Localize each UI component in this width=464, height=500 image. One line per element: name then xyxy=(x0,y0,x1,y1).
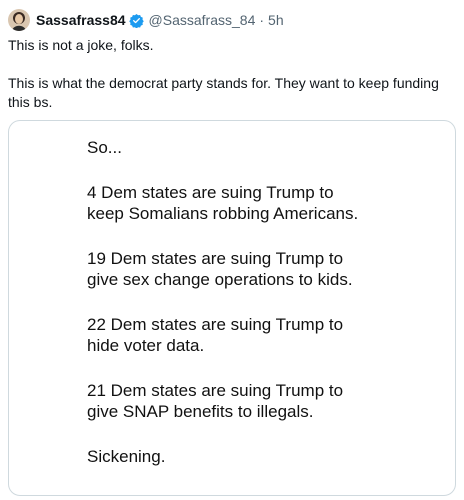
image-line: give SNAP benefits to illegals. xyxy=(87,402,314,421)
verified-badge-icon xyxy=(128,13,144,28)
image-line: So... xyxy=(87,138,122,157)
image-line: 19 Dem states are suing Trump to xyxy=(87,249,344,268)
tweet[interactable]: Sassafrass84 @Sassafrass_84 · 5h This is… xyxy=(0,0,464,500)
image-line: Sickening. xyxy=(87,447,166,466)
timestamp[interactable]: 5h xyxy=(268,12,284,28)
display-name[interactable]: Sassafrass84 xyxy=(36,12,126,28)
attached-image[interactable]: So... 4 Dem states are suing Trump to ke… xyxy=(8,120,456,496)
image-line: keep Somalians robbing Americans. xyxy=(87,204,359,223)
image-line: 4 Dem states are suing Trump to xyxy=(87,183,334,202)
image-line: hide voter data. xyxy=(87,336,205,355)
tweet-text-line: This is what the democrat party stands f… xyxy=(8,75,439,110)
tweet-text-line: This is not a joke, folks. xyxy=(8,37,154,53)
avatar[interactable] xyxy=(8,9,30,31)
handle[interactable]: @Sassafrass_84 xyxy=(149,12,256,28)
tweet-text: This is not a joke, folks. This is what … xyxy=(8,36,456,112)
image-line: 21 Dem states are suing Trump to xyxy=(87,381,344,400)
separator-dot: · xyxy=(259,12,265,28)
image-line: 22 Dem states are suing Trump to xyxy=(87,315,344,334)
image-line: give sex change operations to kids. xyxy=(87,270,353,289)
image-text: So... 4 Dem states are suing Trump to ke… xyxy=(87,137,447,467)
tweet-header: Sassafrass84 @Sassafrass_84 · 5h xyxy=(8,8,284,32)
